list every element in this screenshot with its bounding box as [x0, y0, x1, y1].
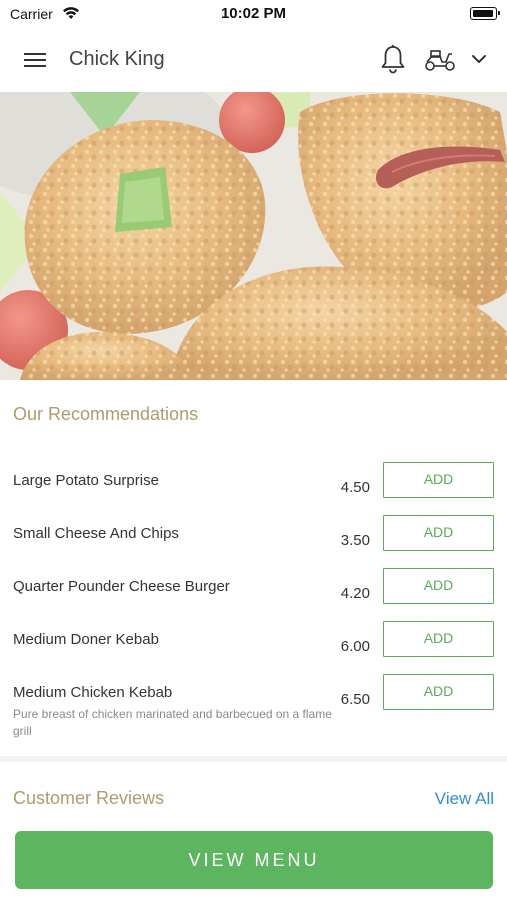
item-name: Medium Doner Kebab	[13, 631, 159, 648]
add-button[interactable]: ADD	[383, 515, 494, 551]
item-price: 4.50	[340, 479, 370, 496]
page-title: Chick King	[69, 48, 165, 70]
item-name: Medium Chicken Kebab	[13, 684, 173, 701]
view-all-link[interactable]: View All	[435, 789, 494, 809]
scooter-icon[interactable]	[423, 47, 457, 73]
fried-chicken-illustration	[0, 92, 507, 380]
battery-icon	[470, 7, 500, 20]
clock-time: 10:02 PM	[220, 5, 287, 22]
item-description: Pure breast of chicken marinated and bar…	[13, 707, 332, 738]
add-button[interactable]: ADD	[383, 568, 494, 604]
add-button[interactable]: ADD	[383, 674, 494, 710]
item-name: Quarter Pounder Cheese Burger	[13, 578, 230, 595]
reviews-heading: Customer Reviews	[13, 788, 165, 808]
section-divider	[0, 756, 507, 762]
chevron-down-icon[interactable]	[468, 48, 490, 70]
item-name: Large Potato Surprise	[13, 472, 159, 489]
item-price: 3.50	[340, 532, 370, 549]
hamburger-menu-icon[interactable]	[22, 47, 48, 73]
hero-image	[0, 92, 507, 380]
add-button[interactable]: ADD	[383, 621, 494, 657]
add-button[interactable]: ADD	[383, 462, 494, 498]
status-bar: Carrier 10:02 PM	[0, 0, 507, 28]
item-price: 6.00	[340, 638, 370, 655]
item-name: Small Cheese And Chips	[13, 525, 179, 542]
item-price: 4.20	[340, 585, 370, 602]
bell-icon[interactable]	[379, 44, 407, 74]
item-price: 6.50	[340, 691, 370, 708]
app-header: Chick King	[0, 28, 507, 92]
view-menu-button[interactable]: VIEW MENU	[15, 831, 493, 889]
recommendations-heading: Our Recommendations	[13, 404, 199, 424]
